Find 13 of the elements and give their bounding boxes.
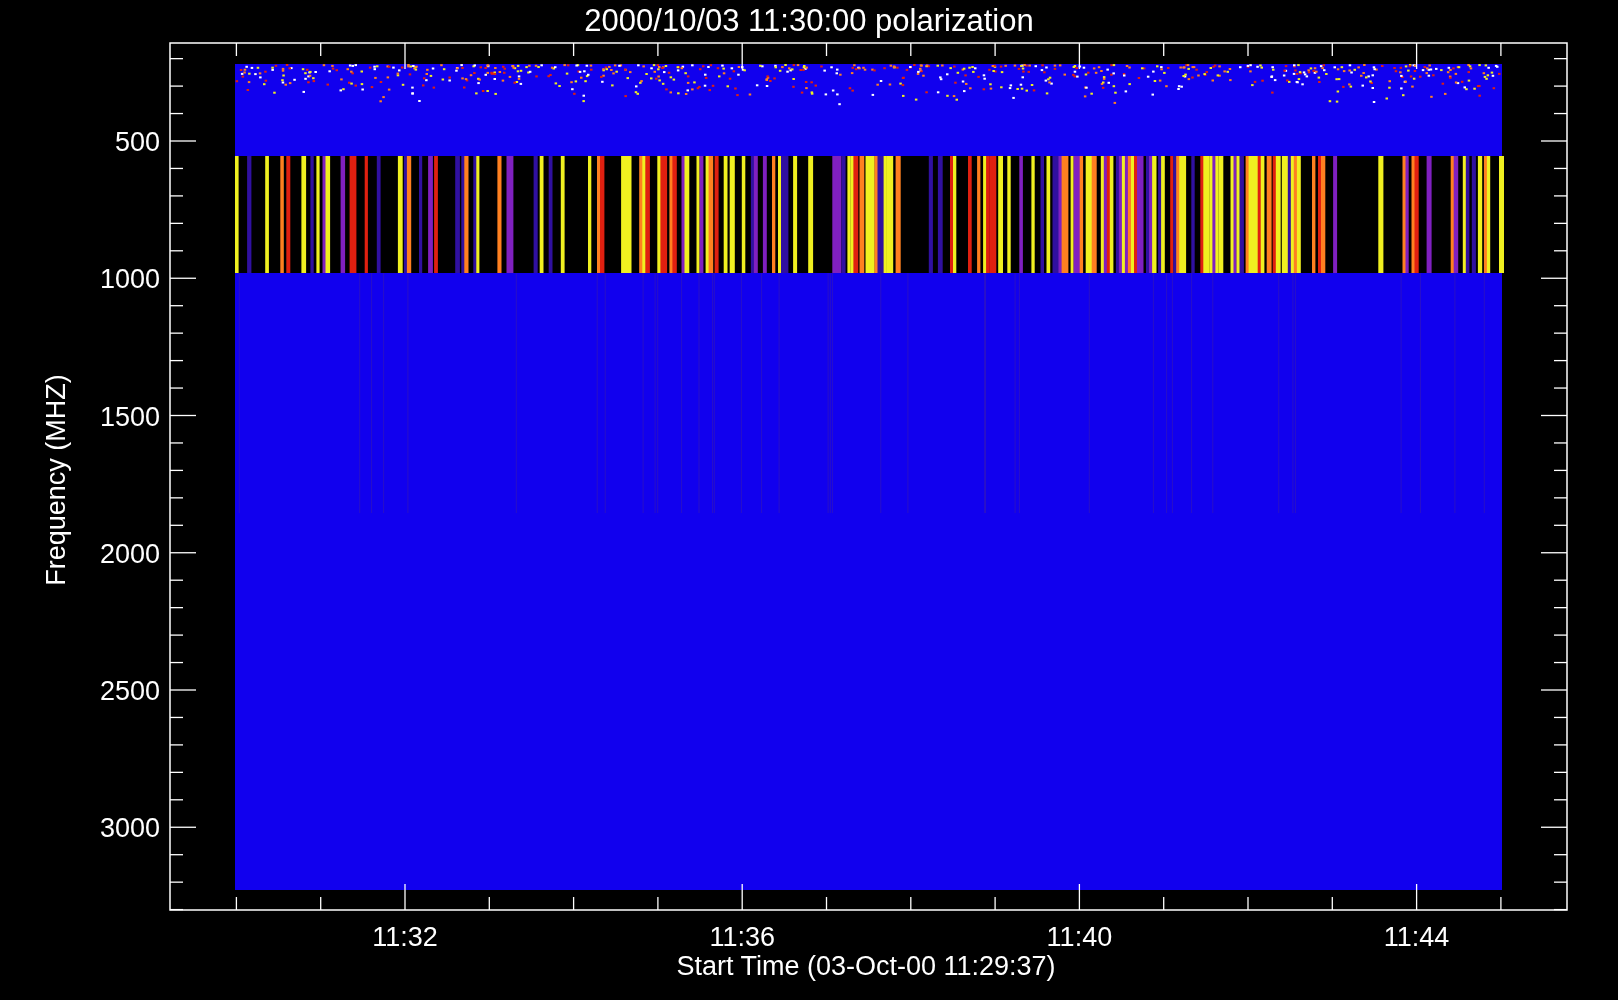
plot-title: 2000/10/03 11:30:00 polarization bbox=[584, 3, 1034, 38]
y-tick-label: 1000 bbox=[99, 264, 160, 295]
y-tick-label: 1500 bbox=[99, 401, 160, 432]
y-axis-title: Frequency (MHZ) bbox=[41, 374, 71, 586]
x-tick-label: 11:32 bbox=[372, 922, 438, 952]
y-tick-label: 2000 bbox=[99, 538, 160, 569]
x-tick-label: 11:36 bbox=[709, 922, 775, 952]
x-tick-label: 11:44 bbox=[1383, 922, 1450, 952]
x-axis-title: Start Time (03-Oct-00 11:29:37) bbox=[676, 951, 1056, 981]
y-tick-label: 3000 bbox=[99, 813, 160, 844]
x-tick-label: 11:40 bbox=[1046, 922, 1113, 952]
y-tick-label: 2500 bbox=[99, 676, 160, 706]
y-tick-label: 500 bbox=[114, 127, 160, 157]
